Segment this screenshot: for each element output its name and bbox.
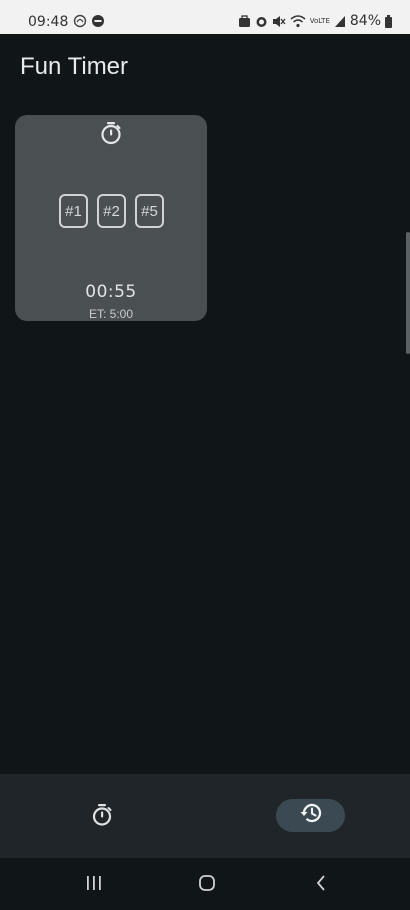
recents-icon (85, 875, 103, 896)
nav-timer-button[interactable] (86, 801, 118, 833)
bottom-nav (0, 774, 410, 858)
battery-percent: 84% (349, 13, 381, 29)
timer-card[interactable]: #1 #2 #5 00:55 ET: 5:00 (15, 115, 207, 321)
back-button[interactable] (306, 874, 336, 897)
elapsed-time-label: ET: 5:00 (88, 307, 134, 321)
work-profile-icon (238, 14, 251, 28)
home-button[interactable] (192, 874, 222, 897)
round-badge: #2 (97, 194, 126, 228)
round-badge: #1 (59, 194, 88, 228)
stopwatch-icon (91, 803, 113, 832)
scrollbar[interactable] (406, 232, 410, 354)
signal-icon (334, 15, 346, 28)
page-title: Fun Timer (20, 53, 129, 80)
timer-time: 00:55 (85, 282, 137, 302)
dnd-icon (91, 14, 105, 28)
status-right-icons: VoLTE 84% (238, 13, 392, 29)
round-badge: #5 (135, 194, 164, 228)
wifi-icon (290, 14, 306, 28)
status-time: 09:48 (28, 14, 69, 30)
app-screen: 09:48 VoLTE 84% Fun Timer #1 #2 #5 00:55… (0, 0, 410, 910)
app-notification-icon (73, 14, 87, 28)
back-icon (314, 874, 328, 897)
recents-button[interactable] (79, 875, 109, 895)
home-icon (198, 874, 216, 897)
stopwatch-icon (100, 121, 122, 145)
mute-icon (272, 15, 286, 28)
status-left-icons (73, 14, 105, 28)
system-nav-bar (0, 858, 410, 910)
round-badges: #1 #2 #5 (59, 194, 164, 228)
history-icon (299, 802, 323, 829)
volte-icon: VoLTE (309, 16, 330, 25)
battery-icon (385, 14, 392, 28)
alarm-icon (255, 15, 268, 28)
status-bar: 09:48 VoLTE 84% (0, 0, 410, 34)
nav-history-button[interactable] (276, 799, 345, 832)
